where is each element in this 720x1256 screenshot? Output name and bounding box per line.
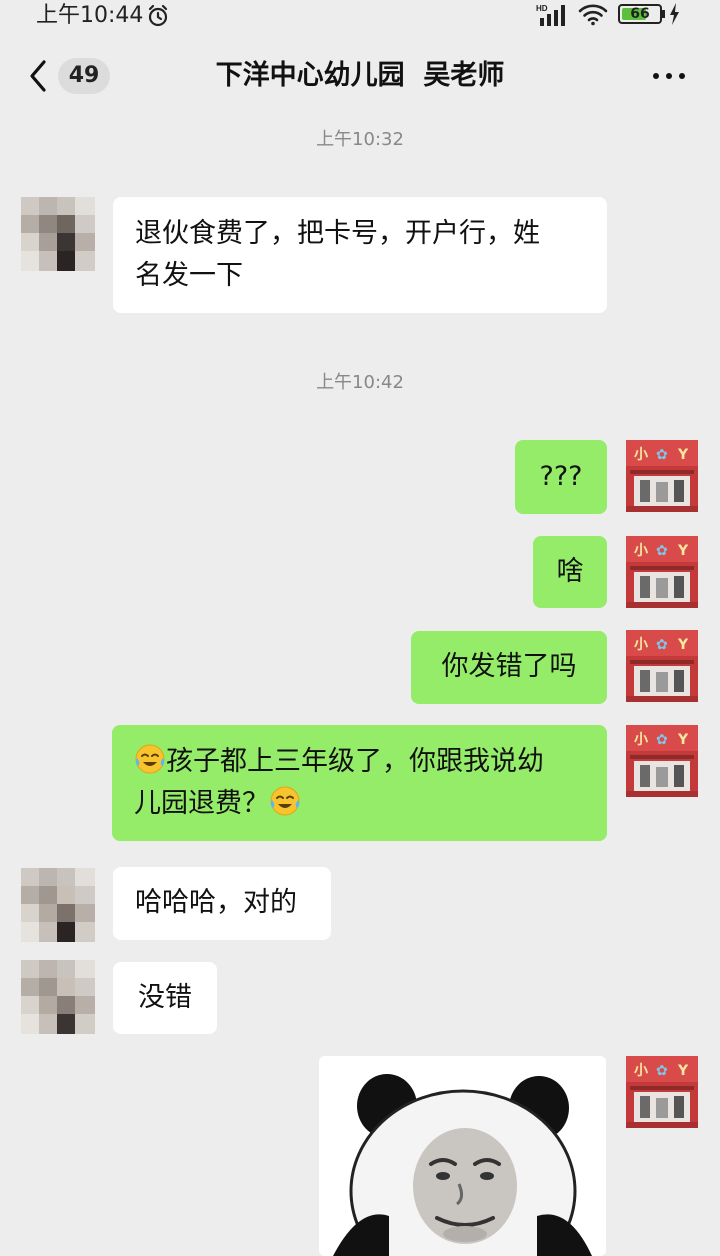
message-bubble-outgoing[interactable]: 孩子都上三年级了，你跟我说幼 儿园退费？	[112, 725, 607, 841]
contact-avatar[interactable]	[21, 197, 95, 271]
message-text: 孩子都上三年级了，你跟我说幼	[166, 746, 544, 777]
battery-icon: 66	[618, 4, 662, 24]
message-bubble-outgoing[interactable]: 你发错了吗	[411, 631, 607, 704]
message-text-line: 孩子都上三年级了，你跟我说幼	[134, 741, 585, 783]
panda-meme-sticker[interactable]	[319, 1056, 606, 1256]
charging-bolt-icon	[670, 3, 679, 25]
message-text-line: 退伙食费了，把卡号，开户行，姓	[135, 218, 540, 249]
message-text: ???	[539, 461, 583, 492]
chat-title: 下洋中心幼儿园 吴老师	[215, 60, 505, 91]
message-text: 啥	[556, 556, 584, 587]
message-timestamp: 上午10:42	[316, 372, 404, 393]
message-bubble-outgoing[interactable]: ???	[515, 440, 607, 514]
svg-text:Y: Y	[677, 637, 689, 653]
battery-cap	[662, 10, 665, 18]
message-bubble-incoming[interactable]: 没错	[113, 962, 217, 1034]
unread-count-badge[interactable]: 49	[58, 58, 110, 94]
message-text: 儿园退费？	[134, 788, 269, 819]
message-bubble-incoming[interactable]: 退伙食费了，把卡号，开户行，姓 名发一下	[113, 197, 607, 313]
cellular-signal-icon: HD	[536, 4, 565, 26]
battery-level: 66	[630, 6, 650, 22]
laughing-tears-emoji-icon	[135, 744, 165, 774]
message-bubble-outgoing[interactable]: 啥	[533, 536, 607, 608]
pixelated-avatar-image	[21, 868, 95, 942]
svg-text:小: 小	[634, 447, 648, 463]
svg-text:Y: Y	[677, 447, 689, 463]
svg-text:小: 小	[634, 732, 648, 748]
self-avatar[interactable]: 小 ✿ Y	[626, 536, 698, 608]
pixelated-avatar-image	[21, 960, 95, 1034]
self-avatar[interactable]: 小 ✿ Y	[626, 440, 698, 512]
message-timestamp: 上午10:32	[316, 129, 404, 150]
svg-text:✿: ✿	[656, 732, 668, 748]
more-options-icon[interactable]	[650, 60, 690, 90]
self-avatar-image: 小 ✿ Y	[626, 1056, 698, 1128]
svg-text:✿: ✿	[656, 1063, 668, 1079]
laughing-tears-emoji-icon	[270, 786, 300, 816]
contact-avatar[interactable]	[21, 960, 95, 1034]
self-avatar[interactable]: 小 ✿ Y	[626, 725, 698, 797]
network-type-label: HD	[536, 4, 548, 13]
alarm-icon	[148, 4, 168, 27]
self-avatar[interactable]: 小 ✿ Y	[626, 630, 698, 702]
message-text-line: 儿园退费？	[134, 783, 585, 825]
svg-text:✿: ✿	[656, 447, 668, 463]
panda-face-image	[319, 1056, 606, 1256]
message-text-line: 名发一下	[135, 260, 243, 291]
svg-text:✿: ✿	[656, 637, 668, 653]
message-text: 哈哈哈，对的	[135, 887, 297, 918]
svg-text:小: 小	[634, 637, 648, 653]
svg-text:Y: Y	[677, 543, 689, 559]
self-avatar-image: 小 ✿ Y	[626, 536, 698, 608]
pixelated-avatar-image	[21, 197, 95, 271]
self-avatar-image: 小 ✿ Y	[626, 630, 698, 702]
message-text: 没错	[138, 982, 192, 1013]
contact-avatar[interactable]	[21, 868, 95, 942]
svg-text:小: 小	[634, 543, 648, 559]
svg-text:Y: Y	[677, 1063, 689, 1079]
self-avatar[interactable]: 小 ✿ Y	[626, 1056, 698, 1128]
svg-text:小: 小	[634, 1063, 648, 1079]
self-avatar-image: 小 ✿ Y	[626, 440, 698, 512]
message-bubble-incoming[interactable]: 哈哈哈，对的	[113, 867, 331, 940]
svg-text:Y: Y	[677, 732, 689, 748]
back-chevron-icon[interactable]	[26, 58, 52, 94]
status-time: 上午10:44	[36, 3, 144, 28]
self-avatar-image: 小 ✿ Y	[626, 725, 698, 797]
message-text: 你发错了吗	[441, 651, 577, 682]
svg-text:✿: ✿	[656, 543, 668, 559]
wifi-icon	[578, 4, 608, 26]
